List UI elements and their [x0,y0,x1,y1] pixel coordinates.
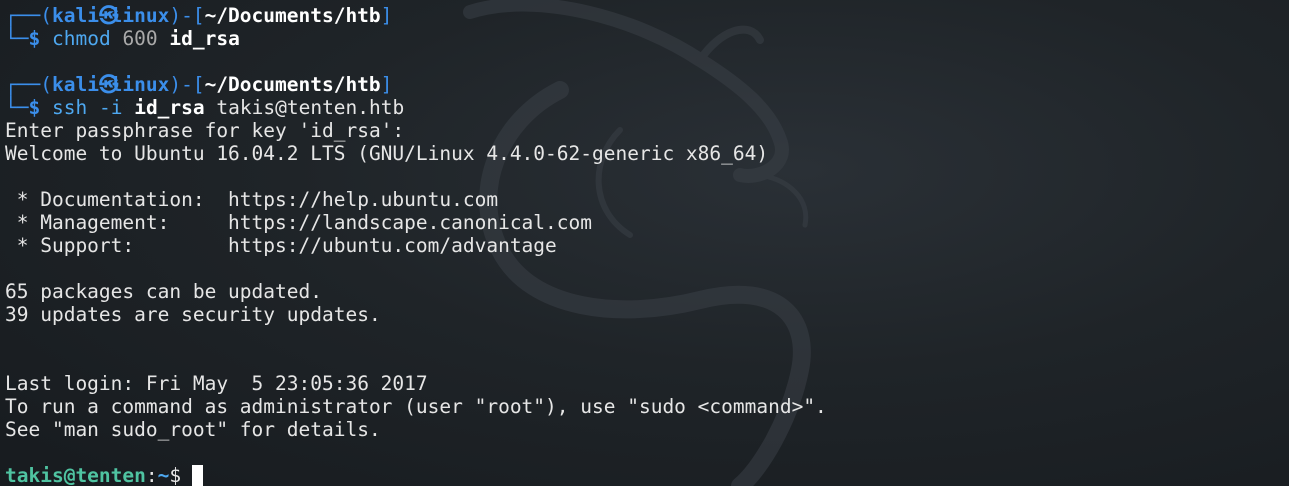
command-line: └─$ chmod 600 id_rsa [5,27,1289,50]
prompt-symbol: $ [28,27,41,50]
remote-dollar: $ [169,464,182,486]
command-name: ssh [51,96,88,119]
prompt-cwd: ~/Documents/htb [204,4,381,27]
prompt-frame: ] [380,4,393,27]
command-arg: -i [98,96,123,119]
command-arg: id_rsa [169,27,240,50]
text-cursor[interactable] [192,465,204,486]
prompt-host: linux [110,73,170,96]
output-line: 65 packages can be updated. [5,280,322,303]
prompt-host: linux [110,4,170,27]
prompt-frame: ┌──( [5,73,52,96]
command-line: └─$ ssh -i id_rsa takis@tenten.htb [5,96,1289,119]
terminal-output: ┌──(kali㉿linux)-[~/Documents/htb] └─$ ch… [5,4,1289,486]
prompt-user: kali [51,4,99,27]
kali-glyph-icon: ㉿ [98,4,119,27]
output-line: Welcome to Ubuntu 16.04.2 LTS (GNU/Linux… [5,142,769,165]
output-line: * Documentation: https://help.ubuntu.com [5,188,499,211]
output-line: To run a command as administrator (user … [5,395,827,418]
prompt-user: kali [51,73,99,96]
prompt-frame: ] [380,73,393,96]
prompt-frame: )-[ [169,73,205,96]
kali-glyph-icon: ㉿ [98,73,119,96]
prompt-cwd: ~/Documents/htb [204,73,381,96]
prompt-symbol: $ [28,96,41,119]
command-arg: takis@tenten.htb [216,96,405,119]
output-line: Enter passphrase for key 'id_rsa': [5,119,405,142]
output-line: * Management: https://landscape.canonica… [5,211,592,234]
prompt-frame: └─ [5,27,29,50]
prompt-frame: )-[ [169,4,205,27]
command-arg: 600 [122,27,158,50]
output-line: See "man sudo_root" for details. [5,418,381,441]
prompt-header-line: ┌──(kali㉿linux)-[~/Documents/htb] [5,4,1289,27]
prompt-frame: └─ [5,96,29,119]
command-name: chmod [51,27,111,50]
remote-prompt-line[interactable]: takis@tenten:~$ [5,464,1289,486]
remote-user-host: takis@tenten [5,464,146,486]
remote-path: ~ [157,464,170,486]
output-line: Last login: Fri May 5 23:05:36 2017 [5,372,428,395]
prompt-frame: ┌──( [5,4,52,27]
output-line: 39 updates are security updates. [5,303,381,326]
terminal-window[interactable]: ┌──(kali㉿linux)-[~/Documents/htb] └─$ ch… [0,0,1289,486]
prompt-header-line: ┌──(kali㉿linux)-[~/Documents/htb] [5,73,1289,96]
remote-colon: : [145,464,158,486]
command-arg: id_rsa [134,96,205,119]
output-line: * Support: https://ubuntu.com/advantage [5,234,557,257]
